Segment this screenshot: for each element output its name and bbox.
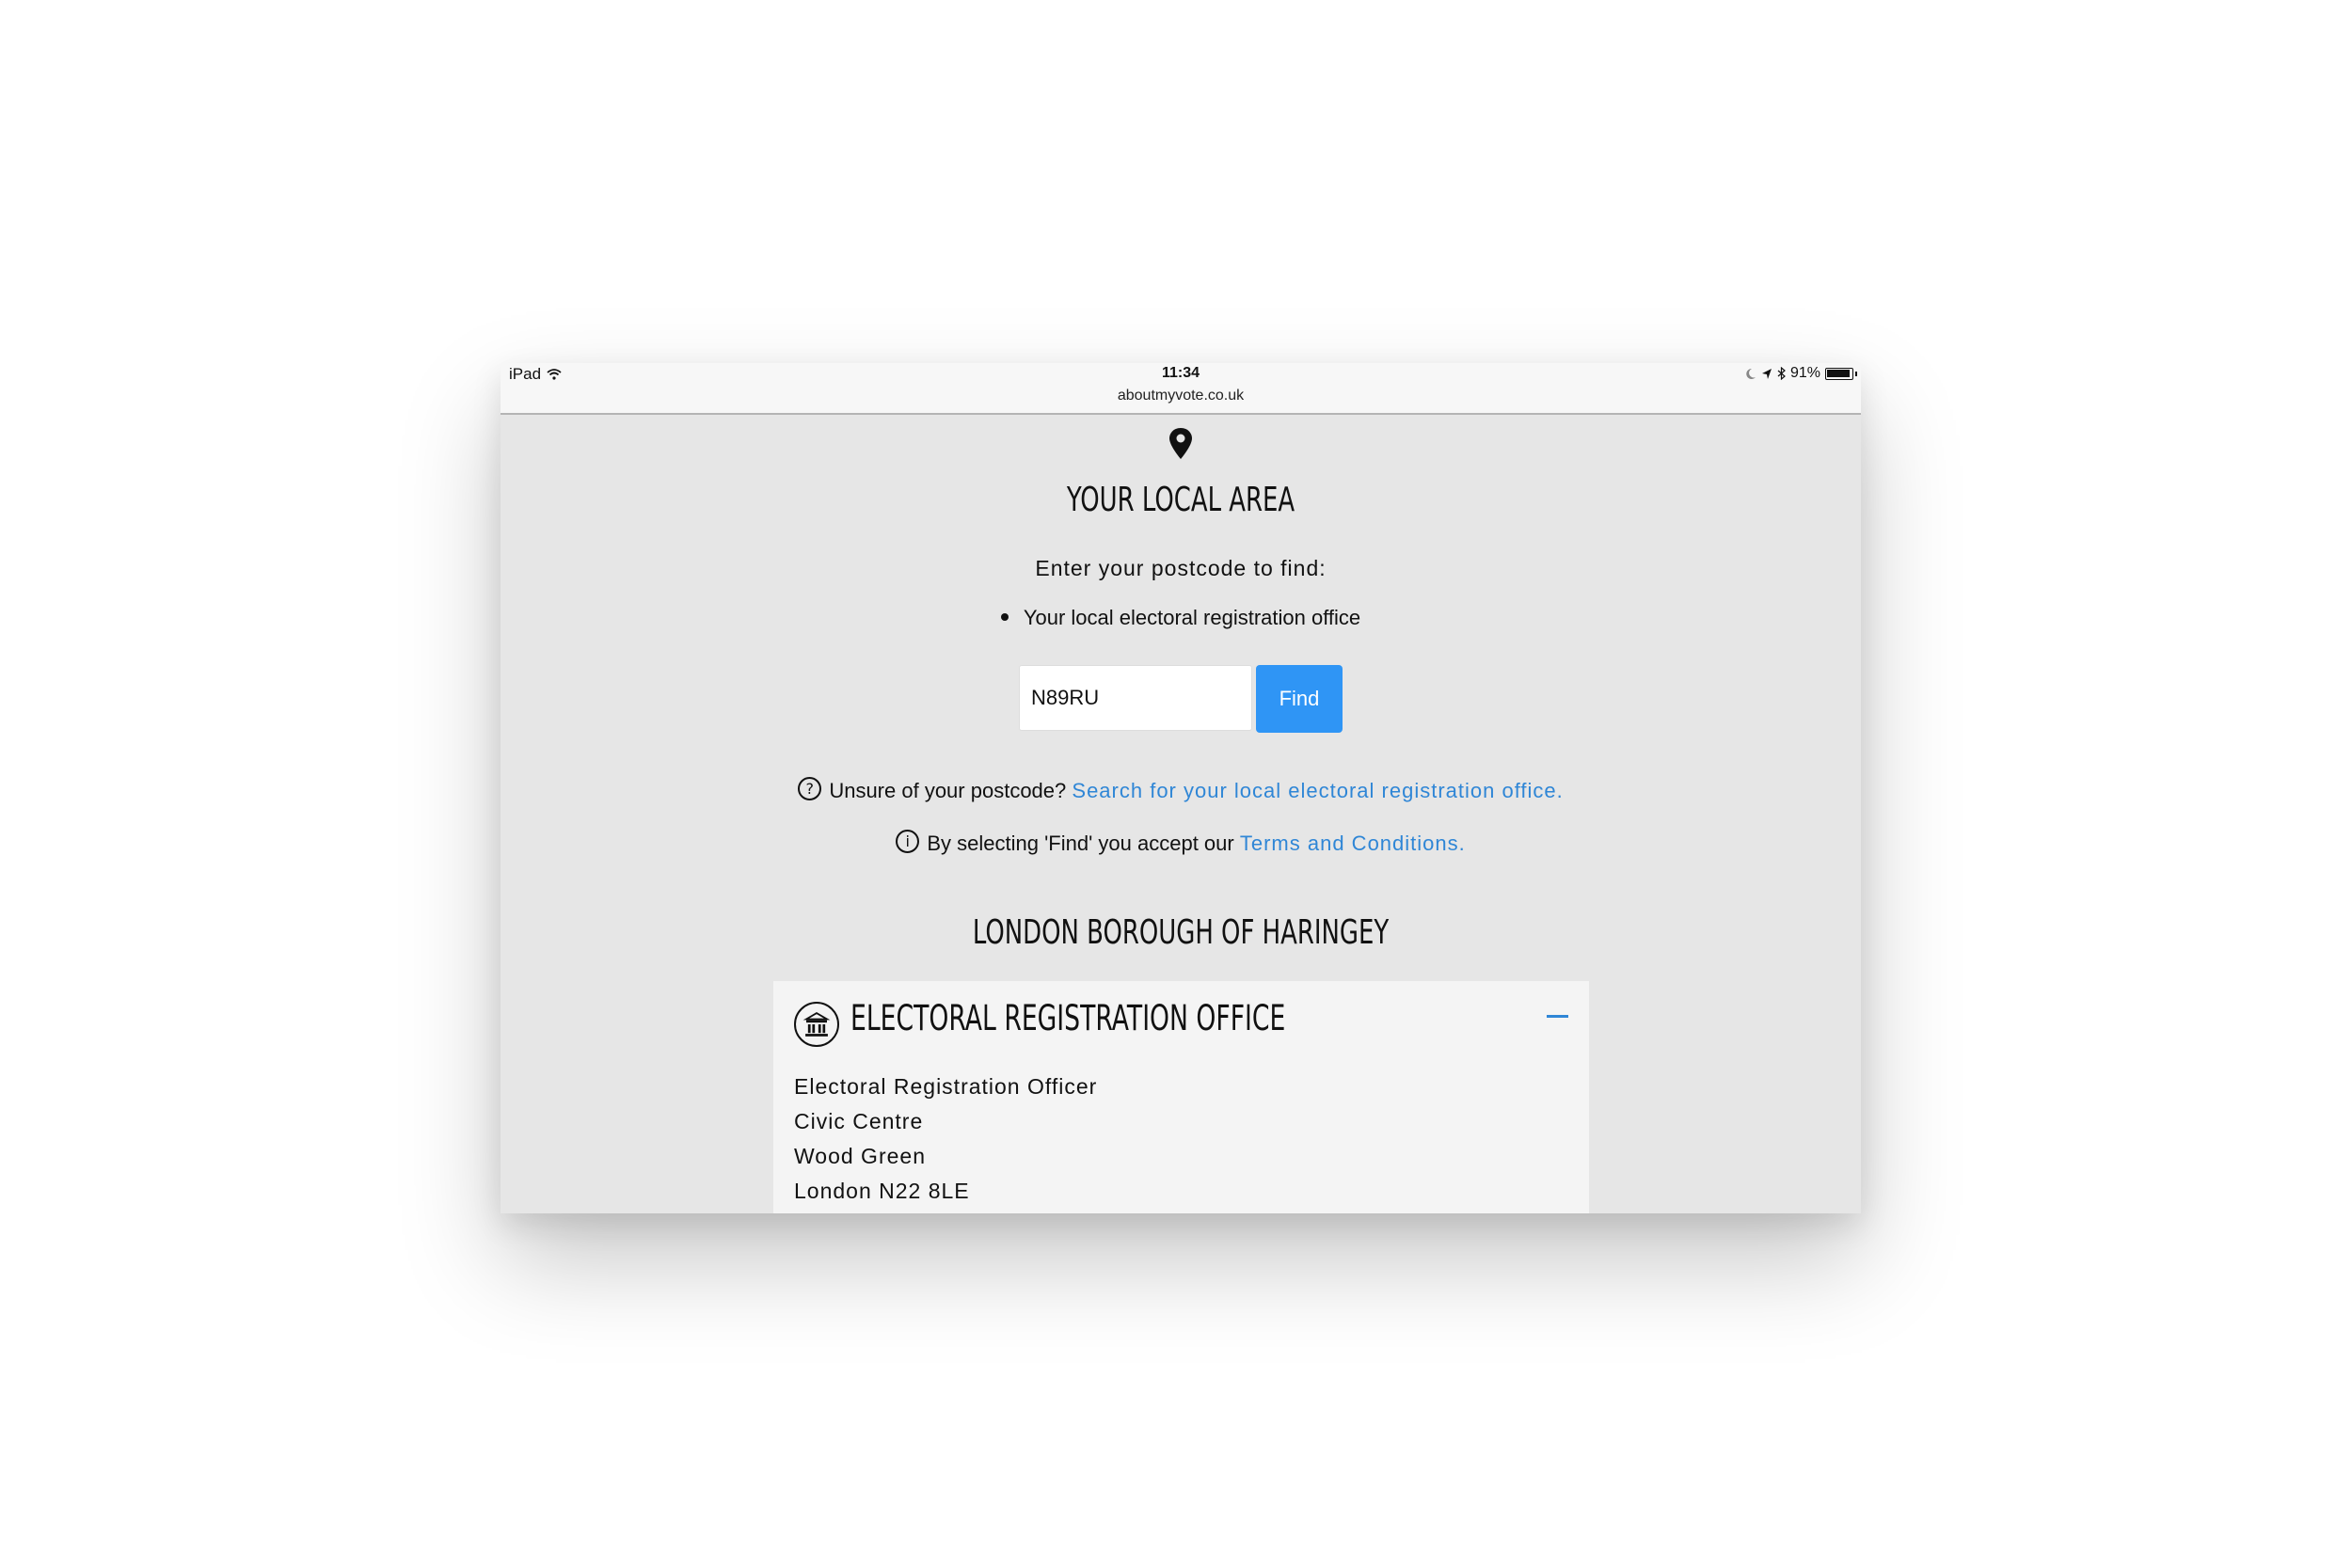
page-title: YOUR LOCAL AREA xyxy=(1066,481,1295,519)
status-icons: 91% xyxy=(1745,365,1857,382)
search-office-link[interactable]: Search for your local electoral registra… xyxy=(1072,779,1563,802)
address-line: Civic Centre xyxy=(794,1109,924,1133)
ipad-screen: iPad 11:34 91% aboutmyvote.co.uk YOUR LO… xyxy=(501,363,1861,1213)
minus-icon[interactable] xyxy=(1547,1015,1568,1018)
moon-icon xyxy=(1746,368,1756,379)
terms-link[interactable]: Terms and Conditions. xyxy=(1240,832,1466,855)
battery-icon xyxy=(1825,367,1857,380)
unsure-postcode-line: ? Unsure of your postcode? Search for yo… xyxy=(501,776,1861,804)
page-content: YOUR LOCAL AREA Enter your postcode to f… xyxy=(501,415,1861,1213)
clock: 11:34 xyxy=(1161,365,1200,381)
battery-percent: 91% xyxy=(1789,365,1820,381)
office-address: Electoral Registration Officer Civic Cen… xyxy=(794,1069,1097,1209)
address-line: London N22 8LE xyxy=(794,1179,970,1203)
address-bar-url[interactable]: aboutmyvote.co.uk xyxy=(501,388,1861,404)
postcode-input[interactable] xyxy=(1019,665,1252,731)
map-pin-icon xyxy=(1169,428,1192,459)
unsure-text: Unsure of your postcode? xyxy=(829,779,1067,802)
terms-text: By selecting 'Find' you accept our xyxy=(927,832,1234,855)
find-list-item: Your local electoral registration office xyxy=(501,606,1861,630)
terms-line: i By selecting 'Find' you accept our Ter… xyxy=(501,829,1861,857)
office-panel: ELECTORAL REGISTRATION OFFICE Electoral … xyxy=(773,981,1589,1213)
intro-text: Enter your postcode to find: xyxy=(1035,556,1327,580)
find-list-text: Your local electoral registration office xyxy=(1023,606,1361,629)
borough-heading: LONDON BOROUGH OF HARINGEY xyxy=(972,913,1390,952)
address-line: Electoral Registration Officer xyxy=(794,1074,1098,1099)
info-circle-icon: i xyxy=(896,829,920,853)
office-title: ELECTORAL REGISTRATION OFFICE xyxy=(850,998,1286,1038)
find-button[interactable]: Find xyxy=(1256,665,1343,733)
location-arrow-icon xyxy=(1761,368,1772,379)
bullet xyxy=(1000,613,1009,622)
building-icon xyxy=(794,1002,839,1047)
status-bar: iPad 11:34 91% aboutmyvote.co.uk xyxy=(501,363,1861,415)
bluetooth-icon xyxy=(1777,367,1786,380)
question-circle-icon: ? xyxy=(798,776,822,800)
address-line: Wood Green xyxy=(794,1144,926,1168)
